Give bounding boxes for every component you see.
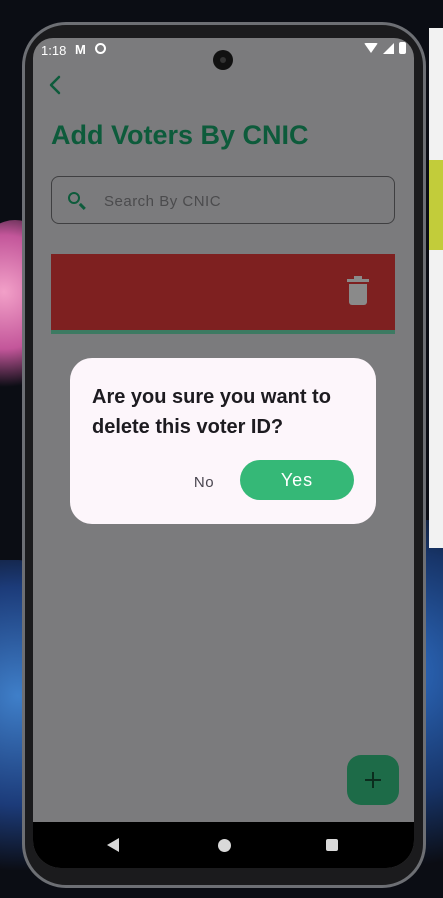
status-time: 1:18 — [41, 43, 67, 58]
list-item-divider — [51, 330, 395, 334]
yes-button[interactable]: Yes — [240, 460, 354, 500]
gmail-icon: M — [75, 42, 86, 57]
wifi-icon — [364, 43, 378, 53]
voter-list-item-swipe-delete[interactable] — [51, 254, 395, 334]
page-title: Add Voters By CNIC — [51, 120, 309, 150]
add-voter-fab[interactable] — [347, 755, 399, 805]
background-window-accent — [429, 160, 443, 250]
dialog-message: Are you sure you want to delete this vot… — [92, 386, 331, 438]
battery-icon — [399, 42, 406, 54]
signal-icon — [383, 42, 394, 54]
search-box[interactable] — [51, 176, 395, 225]
search-input[interactable] — [102, 177, 376, 225]
no-button[interactable]: No — [180, 470, 228, 494]
search-icon — [68, 192, 80, 204]
front-camera — [213, 50, 233, 70]
delete-confirm-dialog: Are you sure you want to delete this vot… — [70, 358, 376, 524]
sync-icon — [95, 43, 106, 54]
plus-icon — [365, 772, 381, 788]
nav-recents-icon[interactable] — [321, 834, 343, 856]
background-window-edge — [429, 28, 443, 548]
nav-back-icon[interactable] — [103, 834, 125, 856]
nav-home-icon[interactable] — [213, 834, 235, 856]
status-right-icons — [364, 42, 406, 54]
trash-icon[interactable] — [347, 276, 369, 305]
chevron-left-icon — [49, 75, 61, 95]
system-nav-bar — [33, 822, 414, 868]
back-button[interactable] — [45, 74, 67, 96]
app-screen: 1:18 M Add Voters By CNIC Are you sure y… — [33, 38, 414, 868]
